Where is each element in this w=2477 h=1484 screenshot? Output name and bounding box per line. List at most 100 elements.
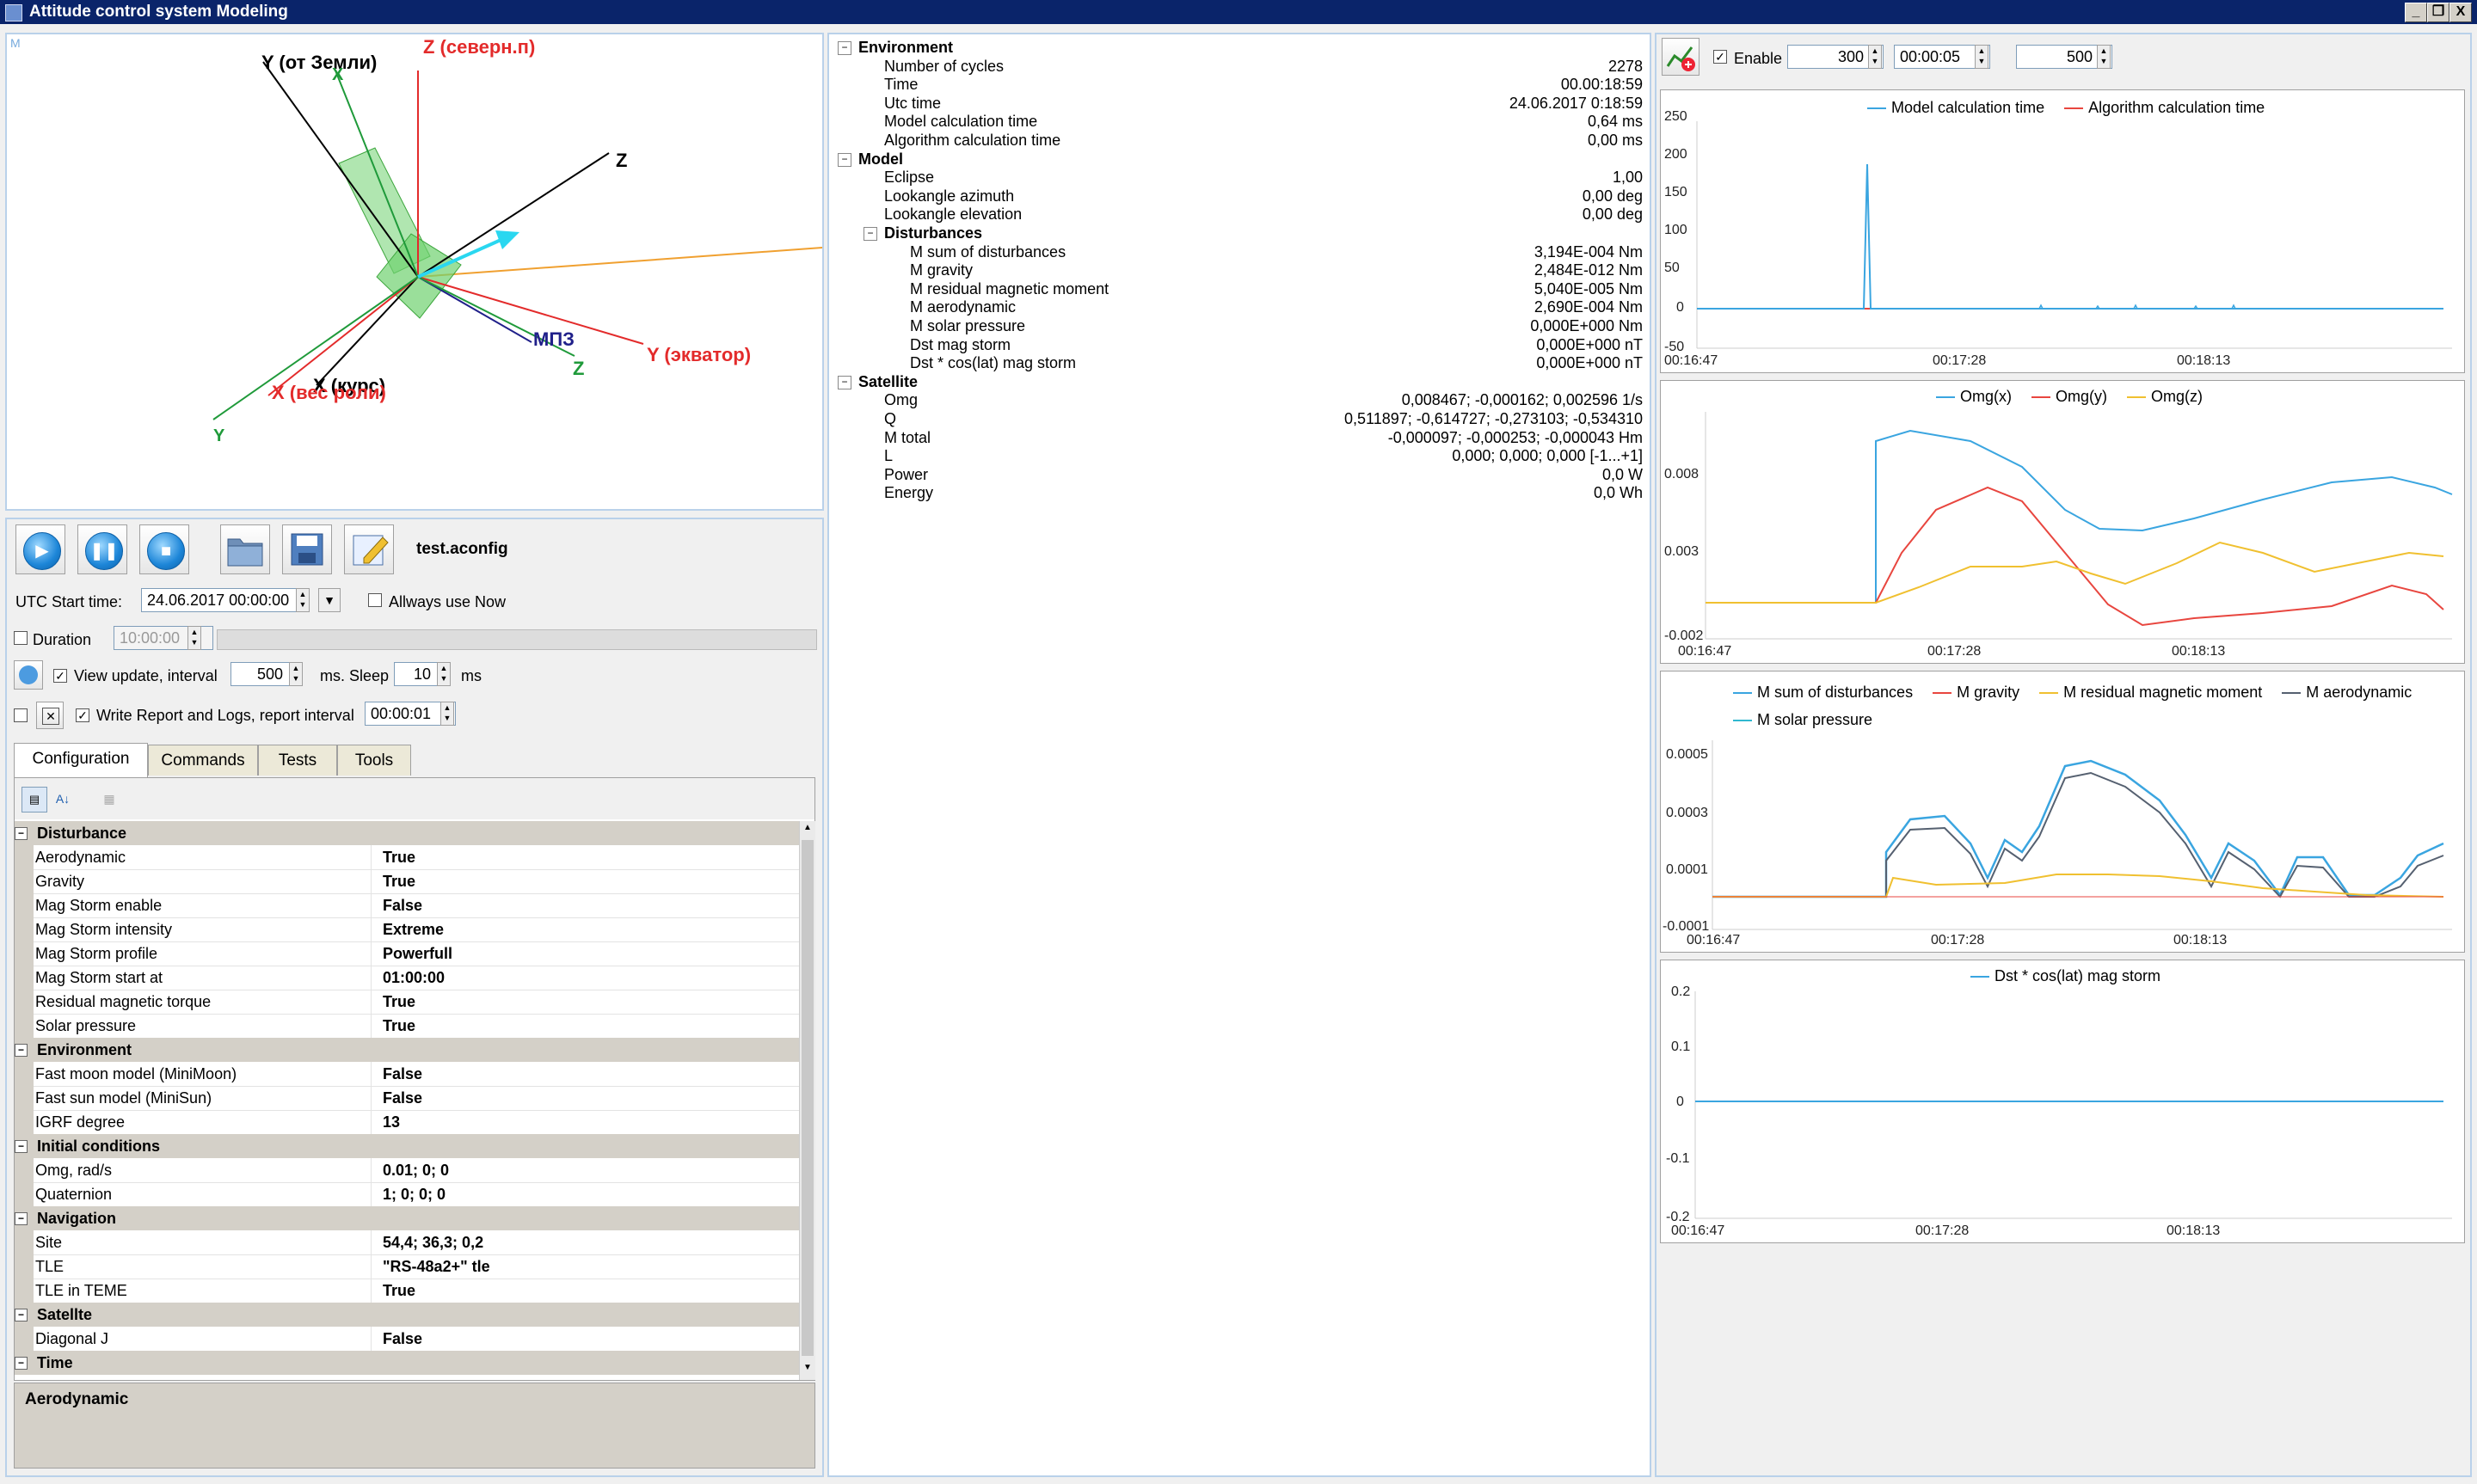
minimize-button[interactable]: _ bbox=[2405, 3, 2427, 22]
tree-row[interactable]: − Environment bbox=[829, 38, 1650, 57]
property-value[interactable]: False bbox=[383, 893, 422, 917]
property-category[interactable]: − Satellte bbox=[15, 1303, 799, 1327]
property-row[interactable]: Residual magnetic torque True bbox=[15, 990, 799, 1015]
property-row[interactable]: Mag Storm profile Powerfull bbox=[15, 941, 799, 966]
property-row[interactable]: Fast sun model (MiniSun) False bbox=[15, 1086, 799, 1111]
collapse-icon[interactable]: − bbox=[15, 1309, 28, 1321]
tab-configuration[interactable]: Configuration bbox=[14, 743, 148, 777]
collapse-icon[interactable]: − bbox=[15, 1212, 28, 1225]
property-pages-button[interactable]: ▦ bbox=[97, 787, 121, 811]
pause-button[interactable]: ❚❚ bbox=[77, 524, 127, 574]
property-value[interactable]: False bbox=[383, 1086, 422, 1110]
collapse-icon[interactable]: − bbox=[15, 1044, 28, 1057]
stop-button[interactable]: ■ bbox=[139, 524, 189, 574]
property-category[interactable]: − Navigation bbox=[15, 1206, 799, 1230]
property-row[interactable]: Quaternion 1; 0; 0; 0 bbox=[15, 1182, 799, 1207]
chart-omega[interactable]: Omg(x) Omg(y) Omg(z) 0.008 0.003 -0.002 … bbox=[1660, 380, 2465, 664]
view-update-checkbox[interactable]: ✓ bbox=[53, 669, 67, 683]
property-scrollbar[interactable]: ▲ ▼ bbox=[799, 821, 815, 1380]
property-row[interactable]: Fast moon model (MiniMoon) False bbox=[15, 1062, 799, 1087]
utc-dropdown-button[interactable]: ▼ bbox=[318, 588, 341, 612]
maximize-button[interactable]: ❐ bbox=[2427, 3, 2449, 22]
chart-disturbances[interactable]: M sum of disturbances M gravity M residu… bbox=[1660, 671, 2465, 953]
property-row[interactable]: Solar pressure True bbox=[15, 1014, 799, 1039]
property-value[interactable]: True bbox=[383, 990, 415, 1014]
chart-mag-storm[interactable]: Dst * cos(lat) mag storm 0.2 0.1 0 -0.1 … bbox=[1660, 960, 2465, 1243]
property-value[interactable]: False bbox=[383, 1327, 422, 1351]
tab-commands[interactable]: Commands bbox=[148, 745, 258, 776]
write-report-checkbox[interactable]: ✓ bbox=[76, 708, 89, 722]
scroll-thumb[interactable] bbox=[802, 840, 814, 1356]
row-gutter bbox=[15, 1279, 34, 1303]
scroll-down-icon[interactable]: ▼ bbox=[802, 1363, 814, 1377]
collapse-icon[interactable]: − bbox=[838, 375, 851, 389]
view-update-button[interactable] bbox=[14, 660, 43, 690]
property-row[interactable]: Mag Storm enable False bbox=[15, 893, 799, 918]
chart-calc-time[interactable]: Model calculation time Algorithm calcula… bbox=[1660, 89, 2465, 373]
chart-interval-spinner[interactable]: ▲ ▼ bbox=[2097, 45, 2111, 69]
scene-3d-view[interactable]: M Y (от Земли) Z (северн.п) Z Y (экватор… bbox=[5, 33, 824, 511]
play-button[interactable]: ▶ bbox=[15, 524, 65, 574]
tree-row[interactable]: − Satellite bbox=[829, 372, 1650, 391]
property-value[interactable]: True bbox=[383, 1014, 415, 1038]
property-value[interactable]: True bbox=[383, 869, 415, 893]
collapse-icon[interactable]: − bbox=[15, 827, 28, 840]
property-row[interactable]: Mag Storm start at 01:00:00 bbox=[15, 966, 799, 990]
duration-spinner[interactable]: ▲ ▼ bbox=[187, 626, 201, 650]
close-button[interactable]: X bbox=[2449, 3, 2472, 22]
scroll-up-icon[interactable]: ▲ bbox=[802, 823, 814, 837]
collapse-icon[interactable]: − bbox=[15, 1357, 28, 1370]
edit-config-button[interactable] bbox=[344, 524, 394, 574]
collapse-icon[interactable]: − bbox=[864, 227, 877, 241]
duration-checkbox[interactable] bbox=[14, 631, 28, 645]
report-button[interactable]: ✕ bbox=[36, 702, 64, 729]
open-button[interactable] bbox=[220, 524, 270, 574]
save-button[interactable] bbox=[282, 524, 332, 574]
utc-start-input[interactable]: 24.06.2017 00:00:00 bbox=[141, 588, 310, 612]
always-now-checkbox[interactable] bbox=[368, 593, 382, 607]
property-row[interactable]: TLE in TEME True bbox=[15, 1279, 799, 1303]
property-value[interactable]: False bbox=[383, 1062, 422, 1086]
categorized-button[interactable]: ▤ bbox=[22, 787, 47, 813]
add-chart-button[interactable] bbox=[1662, 38, 1699, 76]
property-value[interactable]: Powerfull bbox=[383, 941, 452, 966]
interval-spinner[interactable]: ▲ ▼ bbox=[289, 662, 303, 686]
sleep-spinner[interactable]: ▲ ▼ bbox=[437, 662, 451, 686]
property-value[interactable]: 0.01; 0; 0 bbox=[383, 1158, 449, 1182]
property-category[interactable]: − Disturbance bbox=[15, 821, 799, 845]
property-category[interactable]: − Initial conditions bbox=[15, 1134, 799, 1158]
row-gutter bbox=[15, 917, 34, 941]
property-value[interactable]: "RS-48a2+" tle bbox=[383, 1254, 490, 1279]
report-enable-checkbox[interactable] bbox=[14, 708, 28, 722]
property-row[interactable]: TLE "RS-48a2+" tle bbox=[15, 1254, 799, 1279]
report-interval-spinner[interactable]: ▲ ▼ bbox=[440, 702, 454, 726]
tree-row[interactable]: − Disturbances bbox=[829, 224, 1650, 242]
property-category[interactable]: − Environment bbox=[15, 1038, 799, 1062]
property-row[interactable]: Diagonal J False bbox=[15, 1327, 799, 1352]
collapse-icon[interactable]: − bbox=[15, 1140, 28, 1153]
points-spinner[interactable]: ▲ ▼ bbox=[1868, 45, 1882, 69]
property-row[interactable]: Gravity True bbox=[15, 869, 799, 894]
collapse-icon[interactable]: − bbox=[838, 41, 851, 55]
property-value[interactable]: 01:00:00 bbox=[383, 966, 445, 990]
tab-tools[interactable]: Tools bbox=[337, 745, 411, 776]
property-value[interactable]: True bbox=[383, 845, 415, 869]
alphabetical-button[interactable]: A↓ bbox=[51, 787, 75, 811]
property-row[interactable]: Site 54,4; 36,3; 0,2 bbox=[15, 1230, 799, 1255]
property-value[interactable]: Extreme bbox=[383, 917, 444, 941]
tab-tests[interactable]: Tests bbox=[258, 745, 337, 776]
tree-row[interactable]: − Model bbox=[829, 150, 1650, 169]
utc-start-spinner[interactable]: ▲ ▼ bbox=[296, 588, 310, 612]
property-row[interactable]: Omg, rad/s 0.01; 0; 0 bbox=[15, 1158, 799, 1183]
property-row[interactable]: Aerodynamic True bbox=[15, 845, 799, 870]
window-spinner[interactable]: ▲ ▼ bbox=[1975, 45, 1988, 69]
property-value[interactable]: 54,4; 36,3; 0,2 bbox=[383, 1230, 483, 1254]
enable-checkbox[interactable]: ✓ bbox=[1713, 50, 1727, 64]
property-category[interactable]: − Time bbox=[15, 1351, 799, 1375]
property-value[interactable]: 1; 0; 0; 0 bbox=[383, 1182, 446, 1206]
property-row[interactable]: Mag Storm intensity Extreme bbox=[15, 917, 799, 942]
property-value[interactable]: True bbox=[383, 1279, 415, 1303]
property-row[interactable]: IGRF degree 13 bbox=[15, 1110, 799, 1135]
property-value[interactable]: 13 bbox=[383, 1110, 400, 1134]
collapse-icon[interactable]: − bbox=[838, 152, 851, 167]
